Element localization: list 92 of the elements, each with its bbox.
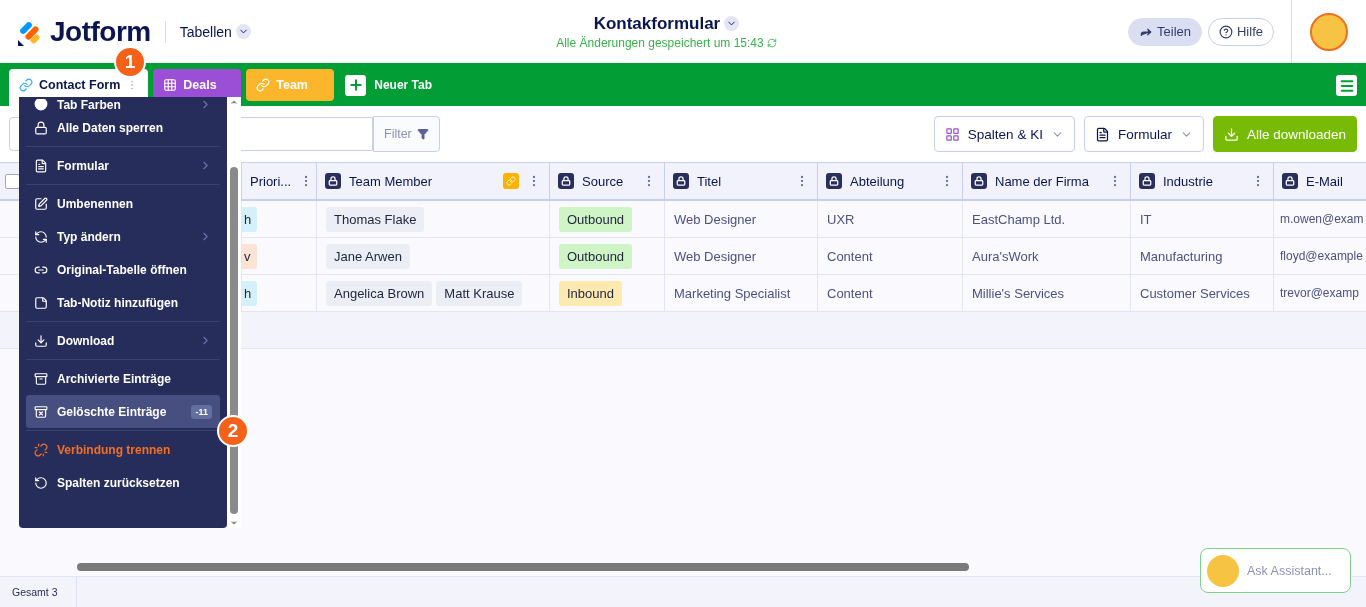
toolbar-button[interactable]: Spalten & KI	[933, 116, 1075, 152]
lock-icon	[1139, 173, 1155, 189]
plus-icon	[345, 74, 367, 96]
step-marker: 2	[217, 415, 249, 447]
help-icon	[1219, 24, 1233, 39]
column-header[interactable]: Abteilung	[850, 173, 905, 189]
lock-icon	[1282, 173, 1298, 189]
form-title[interactable]: Kontakformular	[593, 13, 721, 34]
person-tag: Thomas Flake	[326, 206, 425, 232]
help-button[interactable]: Hilfe	[1208, 17, 1274, 46]
column-header[interactable]: Industrie	[1163, 173, 1213, 189]
undo-circle-icon	[34, 475, 48, 490]
person-tag: Jane Arwen	[326, 243, 410, 269]
cell-text: Customer Services	[1140, 285, 1250, 301]
lock-icon	[558, 173, 574, 189]
cell-text: Content	[827, 248, 873, 264]
cell-text: IT	[1140, 211, 1152, 227]
link-icon	[19, 78, 33, 92]
column-header[interactable]: Name der Firma	[995, 173, 1089, 189]
archive-box-icon	[34, 371, 48, 386]
lock-icon	[34, 120, 48, 135]
pencil-square-icon	[34, 196, 48, 211]
note-icon	[34, 295, 48, 310]
brand-name: Jotform	[50, 15, 151, 48]
cell-text: Marketing Specialist	[674, 285, 791, 301]
column-header[interactable]: Priori...	[250, 173, 292, 189]
lock-icon	[826, 173, 842, 189]
column-header[interactable]: E-Mail	[1306, 173, 1343, 189]
cell-text: Aura'sWork	[972, 248, 1039, 264]
lock-icon	[325, 173, 341, 189]
cell-text: m.owen@exam	[1280, 212, 1364, 226]
cell-text: Web Designer	[674, 211, 757, 227]
refresh-icon	[766, 37, 777, 48]
chevron-down-icon[interactable]	[724, 16, 740, 31]
cell-text: Manufacturing	[1140, 248, 1223, 264]
status-chip: v	[242, 243, 257, 269]
count-badge: -11	[191, 404, 212, 419]
total-count: Gesamt 3	[0, 577, 77, 607]
menu-icon[interactable]	[1336, 75, 1357, 96]
grid-sparkle-icon	[944, 126, 960, 142]
menu-item[interactable]: Tab-Notiz hinzufügen	[26, 286, 220, 319]
menu-item[interactable]: Umbenennen	[26, 187, 220, 220]
document-icon	[34, 158, 48, 173]
cycle-arrows-icon	[34, 229, 48, 244]
download-icon	[34, 333, 48, 348]
menu-item[interactable]: Gelöschte Einträge -11	[26, 395, 220, 428]
section-dropdown[interactable]: Tabellen	[179, 23, 232, 40]
menu-scrollbar[interactable]	[227, 97, 241, 528]
person-tag: Angelica Brown	[326, 280, 433, 306]
broken-link-icon	[34, 442, 48, 457]
chevron-down-icon[interactable]	[235, 24, 251, 39]
menu-item[interactable]: Alle Daten sperren	[26, 111, 220, 144]
menu-item[interactable]: Download	[26, 324, 220, 357]
save-status: Alle Änderungen gespeichert um 15:43	[556, 35, 764, 50]
status-chip: Outbound	[559, 243, 633, 269]
grid-icon	[163, 78, 178, 92]
new-tab-button[interactable]: Neuer Tab	[339, 69, 439, 101]
status-chip: Outbound	[559, 206, 633, 232]
menu-item[interactable]: Verbindung trennen	[26, 433, 220, 466]
user-avatar[interactable]	[1310, 12, 1348, 51]
scroll-down-icon[interactable]	[229, 518, 239, 528]
cell-text: Web Designer	[674, 248, 757, 264]
person-tag: Matt Krause	[436, 280, 523, 306]
menu-item[interactable]: Formular	[26, 149, 220, 182]
cell-text: EastChamp Ltd.	[972, 211, 1066, 227]
lock-icon	[673, 173, 689, 189]
cell-text: trevor@examp	[1280, 286, 1359, 300]
link-icon	[256, 78, 271, 92]
toolbar-button[interactable]: Formular	[1083, 116, 1204, 152]
menu-item[interactable]: Original-Tabelle öffnen	[26, 253, 220, 286]
status-chip: h	[242, 206, 258, 232]
column-header[interactable]: Team Member	[349, 173, 433, 189]
lock-icon	[971, 173, 987, 189]
menu-item[interactable]: Spalten zurücksetzen	[26, 466, 220, 499]
download-icon	[1223, 126, 1239, 142]
cell-text: Content	[827, 285, 873, 301]
column-header[interactable]: Source	[582, 173, 624, 189]
share-button[interactable]: Teilen	[1128, 17, 1202, 46]
scroll-up-icon[interactable]	[229, 97, 239, 107]
menu-item[interactable]: Typ ändern	[26, 220, 220, 253]
funnel-icon	[416, 128, 429, 140]
scrollbar-thumb[interactable]	[77, 563, 969, 571]
status-chip: h	[242, 280, 258, 306]
column-header[interactable]: Titel	[697, 173, 722, 189]
menu-item[interactable]: Archivierte Einträge	[26, 362, 220, 395]
assistant-avatar	[1207, 554, 1239, 587]
status-chip: Inbound	[559, 280, 622, 306]
cell-text: UXR	[827, 211, 855, 227]
cell-text: floyd@example	[1280, 249, 1363, 263]
cell-text: Millie's Services	[972, 285, 1065, 301]
archive-box-icon	[34, 404, 48, 419]
document-icon	[1094, 126, 1110, 142]
